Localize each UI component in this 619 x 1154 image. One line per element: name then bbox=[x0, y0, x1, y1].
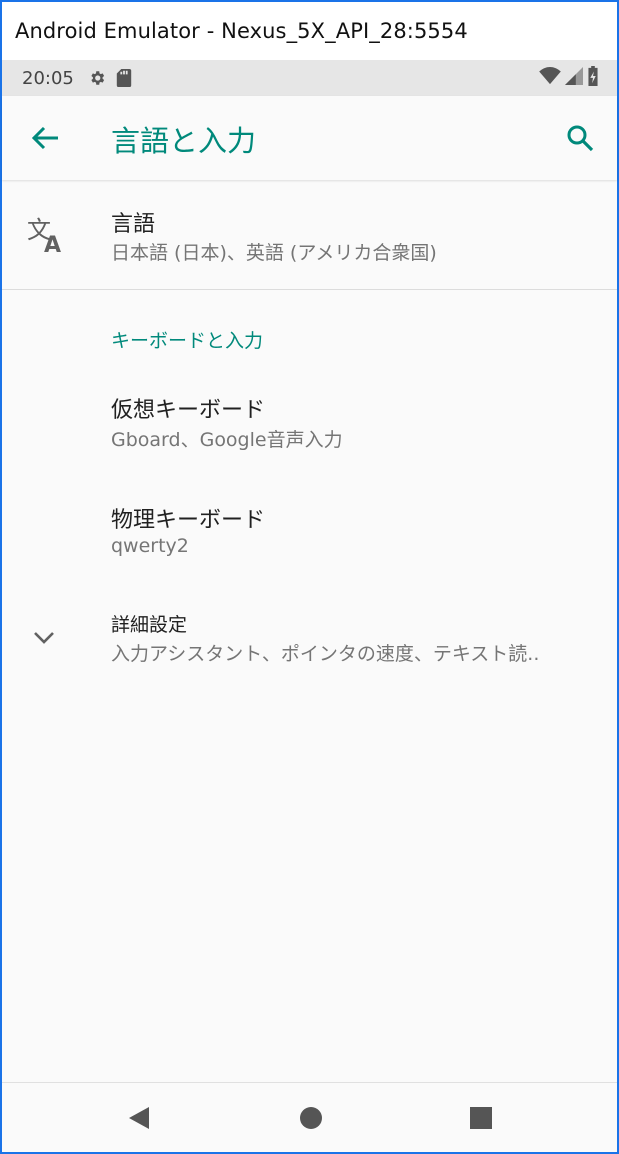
virtual-keyboard-summary: Gboard、Google音声入力 bbox=[111, 429, 343, 451]
virtual-keyboard-row[interactable]: 仮想キーボード Gboard、Google音声入力 bbox=[2, 374, 617, 478]
recents-square-icon[interactable] bbox=[468, 1105, 494, 1131]
physical-keyboard-summary: qwerty2 bbox=[111, 535, 189, 557]
status-time: 20:05 bbox=[22, 67, 74, 89]
battery-icon bbox=[587, 66, 599, 90]
search-icon[interactable] bbox=[563, 121, 597, 155]
advanced-settings-row[interactable]: 詳細設定 入力アシスタント、ポインタの速度、テキスト読.. bbox=[2, 594, 617, 684]
language-summary: 日本語 (日本)、英語 (アメリカ合衆国) bbox=[111, 242, 437, 264]
back-triangle-icon[interactable] bbox=[126, 1105, 152, 1131]
language-title: 言語 bbox=[111, 212, 156, 237]
home-circle-icon[interactable] bbox=[298, 1105, 324, 1131]
window-title: Android Emulator - Nexus_5X_API_28:5554 bbox=[15, 19, 468, 43]
navigation-bar bbox=[2, 1082, 617, 1152]
status-bar: 20:05 bbox=[2, 60, 617, 96]
physical-keyboard-title: 物理キーボード bbox=[111, 508, 266, 533]
app-bar: 言語と入力 bbox=[2, 96, 617, 180]
arrow-back-icon[interactable] bbox=[28, 123, 62, 153]
svg-text:A: A bbox=[44, 233, 61, 254]
chevron-down-icon bbox=[33, 630, 55, 649]
sd-card-icon bbox=[116, 69, 132, 87]
advanced-title: 詳細設定 bbox=[111, 614, 188, 636]
advanced-summary: 入力アシスタント、ポインタの速度、テキスト読.. bbox=[111, 643, 540, 665]
status-right-icons bbox=[539, 66, 599, 90]
settings-gear-icon bbox=[88, 69, 106, 87]
language-row[interactable]: 文 A 言語 日本語 (日本)、英語 (アメリカ合衆国) bbox=[2, 182, 617, 288]
section-header-keyboard: キーボードと入力 bbox=[111, 330, 264, 352]
section-divider bbox=[2, 289, 617, 290]
cellular-signal-icon bbox=[565, 67, 583, 89]
physical-keyboard-row[interactable]: 物理キーボード qwerty2 bbox=[2, 484, 617, 588]
translate-icon: 文 A bbox=[26, 214, 66, 258]
page-title: 言語と入力 bbox=[111, 124, 257, 158]
window-titlebar: Android Emulator - Nexus_5X_API_28:5554 bbox=[2, 2, 617, 60]
emulator-window: Android Emulator - Nexus_5X_API_28:5554 … bbox=[0, 0, 619, 1154]
wifi-icon bbox=[539, 67, 561, 89]
virtual-keyboard-title: 仮想キーボード bbox=[111, 398, 266, 423]
